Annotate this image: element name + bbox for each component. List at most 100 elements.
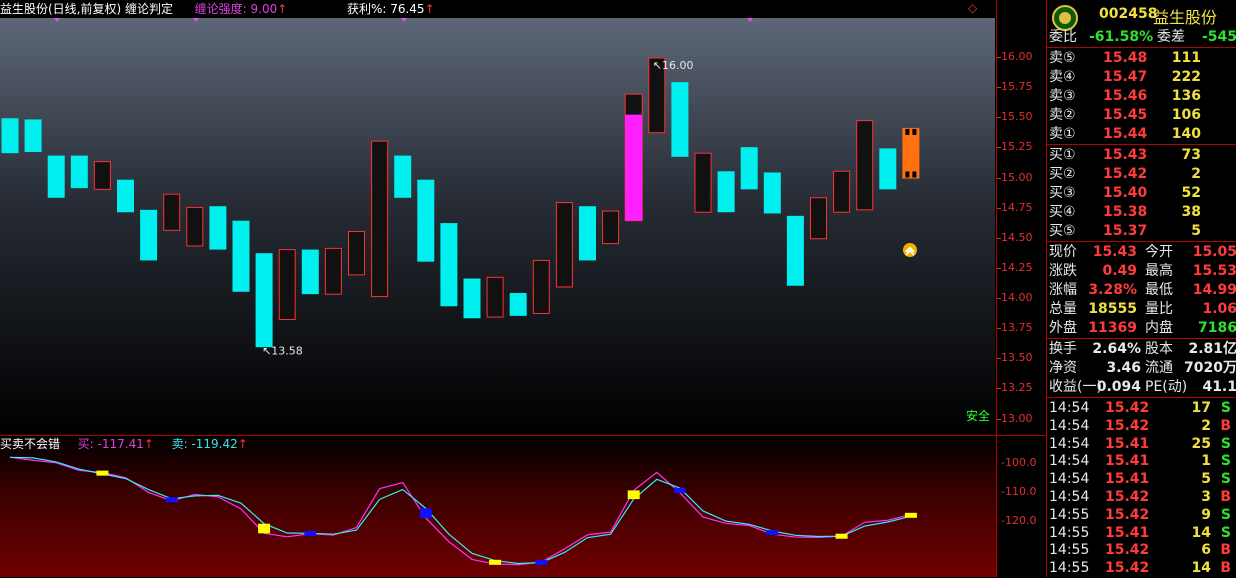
indicator-buy-value: 买: -117.41: [77, 437, 144, 451]
tick-row: 14:54 15.42 3 B: [1047, 488, 1236, 507]
candle: [555, 202, 573, 288]
candle: [394, 155, 412, 198]
stat-label: 最高: [1145, 263, 1173, 279]
stat-label: 外盘: [1049, 320, 1077, 336]
candle: [417, 179, 435, 262]
bid-label: 买④: [1049, 204, 1076, 220]
price-tick-label: 14.75: [997, 200, 1033, 214]
tick-price: 15.42: [1105, 542, 1150, 559]
signal-marker: [54, 18, 60, 22]
tick-time: 14:55: [1049, 506, 1090, 523]
stat-value: 3.28%: [1088, 282, 1137, 298]
indicator-sell-value: 卖: -119.42: [171, 437, 238, 451]
stat-value: 3.46: [1106, 360, 1141, 376]
candle-mark: [912, 171, 917, 178]
indicator-chart: [9, 456, 917, 566]
signal-bar: [535, 559, 548, 565]
candle: [70, 155, 88, 189]
tick-side: B: [1220, 417, 1231, 434]
tick-time: 14:54: [1049, 453, 1090, 470]
sell-up-arrow-icon: ↑: [237, 437, 248, 451]
signal-bar: [304, 530, 317, 536]
tick-row: 14:54 15.41 5 S: [1047, 470, 1236, 489]
bid-price: 15.38: [1103, 204, 1148, 220]
tick-price: 15.42: [1105, 417, 1150, 434]
ask-volume: 111: [1171, 50, 1201, 66]
main-chart-panel[interactable]: 益生股份(日线,前复权) 缠论判定 缠论强度: 9.00↑ 获利%: 76.45…: [0, 0, 996, 436]
bid-label: 买①: [1049, 147, 1076, 163]
tick-time: 14:54: [1049, 400, 1090, 416]
candle: [93, 161, 111, 190]
price-axis: 16.00 15.75 15.50 15.25 15.00 14.75 14.50 14.25…: [996, 0, 1047, 436]
signal-bar: [904, 512, 917, 518]
tick-side: B: [1220, 542, 1231, 559]
stat-label: 总量: [1049, 301, 1077, 317]
signal-bar: [835, 533, 848, 539]
bid-volume: 2: [1191, 166, 1201, 182]
ask-row: 卖② 15.45 106: [1047, 106, 1236, 125]
safe-label: 安全: [966, 409, 991, 423]
tick-time: 14:54: [1049, 435, 1090, 452]
tick-price: 15.42: [1105, 560, 1150, 577]
tick-side: S: [1220, 506, 1231, 523]
chevron-up-icon[interactable]: [903, 243, 917, 257]
stat-row: 涨幅 3.28% 最低 14.99: [1047, 281, 1236, 300]
price-tick-label: 16.00: [997, 50, 1033, 63]
price-tick-label: 13.75: [997, 321, 1033, 335]
tick-price: 15.41: [1105, 471, 1150, 488]
stat-value: 15.43: [1092, 244, 1137, 260]
bid-label: 买②: [1049, 166, 1076, 182]
candle: [856, 120, 874, 211]
bid-price: 15.37: [1103, 223, 1148, 239]
quote-panel: 002458 益生股份 委比 -61.58% 委差 -545 卖⑤ 15.48 11…: [1046, 0, 1236, 577]
price-tick-label: 15.75: [997, 80, 1033, 94]
signal-bar: [489, 559, 502, 565]
ask-row: 卖① 15.44 140: [1047, 125, 1236, 144]
stat-label: 量比: [1145, 301, 1173, 317]
order-diff-label: 委差: [1157, 29, 1185, 45]
candle: [440, 223, 458, 307]
candle: [24, 119, 42, 152]
order-diff-value: -545: [1201, 29, 1236, 45]
ask-label: 卖②: [1049, 107, 1076, 123]
price-tick-label: 15.50: [997, 110, 1033, 124]
ask-label: 卖④: [1049, 69, 1076, 85]
price-tick-label: 13.50: [997, 351, 1033, 365]
price-tick-label: 15.00: [997, 170, 1033, 184]
candle: [278, 249, 296, 320]
candle: [763, 172, 781, 214]
ask-price: 15.48: [1103, 50, 1148, 66]
tick-volume: 2: [1201, 417, 1211, 434]
tick-price: 15.42: [1105, 400, 1150, 416]
tick-time: 14:55: [1049, 524, 1090, 541]
price-tick-label: 14.00: [997, 291, 1033, 304]
stat-value: 7186: [1198, 320, 1236, 336]
ask-label: 卖③: [1049, 88, 1076, 104]
tick-time: 14:54: [1049, 489, 1090, 505]
price-tick-label: 14.50: [997, 230, 1033, 244]
candle: [209, 206, 227, 250]
stat-row: 涨跌 0.49 最高 15.53: [1047, 262, 1236, 281]
stat-label: 最低: [1145, 282, 1173, 298]
stat-value: 7020万: [1184, 360, 1236, 376]
tick-row: 14:54 15.42 2 B: [1047, 417, 1236, 436]
candle: [232, 220, 250, 292]
share-stat-row: 换手 2.64% 股本 2.81亿: [1047, 340, 1236, 359]
tick-volume: 3: [1201, 489, 1211, 505]
stat-label: PE(动): [1145, 379, 1188, 395]
tick-side: B: [1220, 489, 1231, 505]
candle: [671, 82, 689, 157]
candle: [879, 148, 897, 190]
candle-mark: [912, 128, 917, 135]
stat-row: 外盘 11369 内盘 7186: [1047, 319, 1236, 338]
indicator-tick-label: -100.0: [1001, 456, 1037, 469]
stat-label: 流通: [1145, 360, 1173, 376]
tick-side: S: [1220, 400, 1231, 416]
candle: [371, 140, 389, 298]
sell-line: [9, 456, 912, 565]
tick-side: S: [1220, 524, 1231, 541]
signal-bar: [673, 487, 686, 493]
indicator-axis: -100.0 -110.0 -120.0: [996, 436, 1047, 577]
bid-volume: 73: [1181, 147, 1201, 163]
tick-time: 14:54: [1049, 417, 1090, 434]
